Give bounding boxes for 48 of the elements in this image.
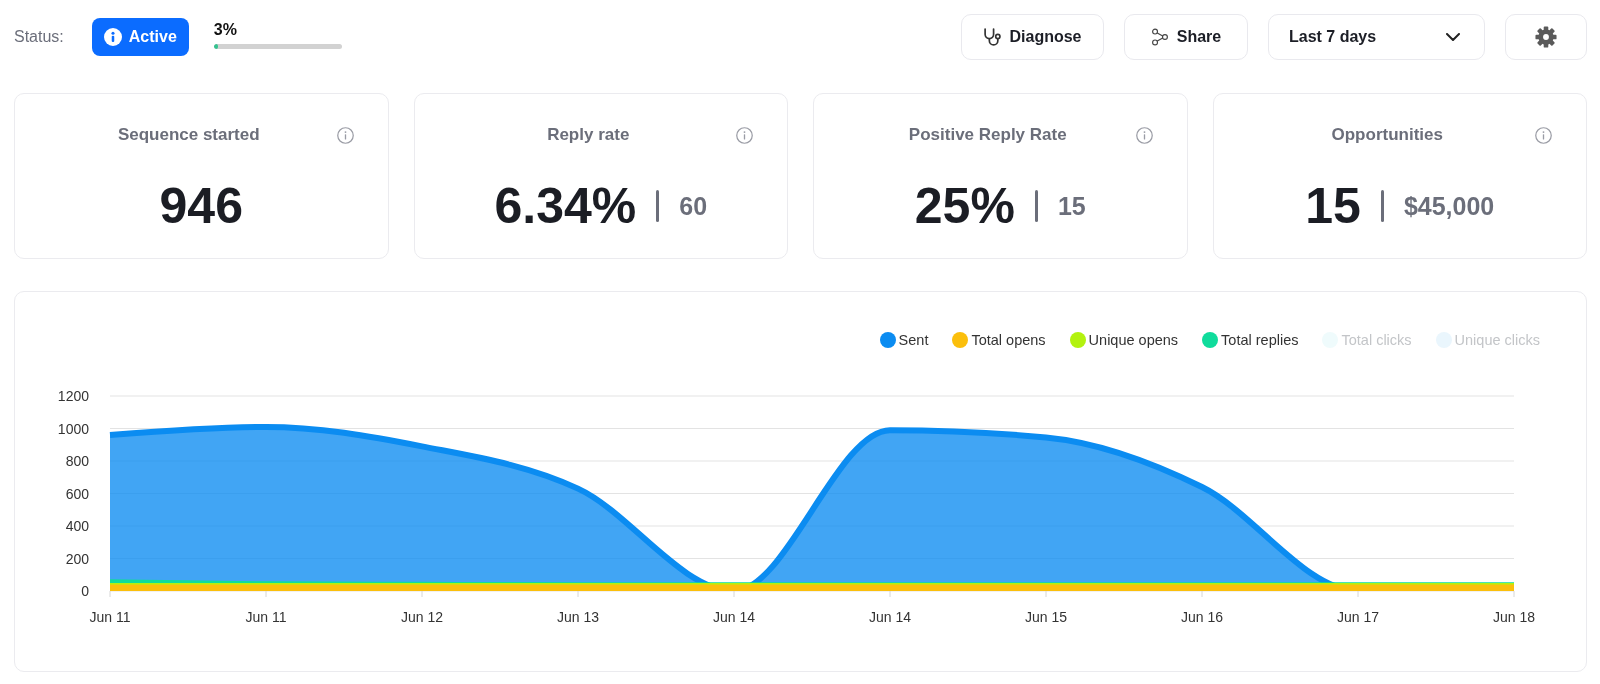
share-button[interactable]: Share [1124, 14, 1248, 60]
info-icon [336, 126, 354, 144]
legend-item[interactable]: Unique opens [1069, 332, 1179, 348]
x-axis-label: Jun 14 [713, 609, 755, 625]
settings-icon [1535, 26, 1557, 48]
metric-value: 6.34% [494, 177, 637, 235]
y-axis-label: 800 [65, 453, 89, 469]
metric-value: 15 [1305, 177, 1361, 235]
chevron-down-icon [1446, 33, 1460, 41]
x-axis-label: Jun 17 [1337, 609, 1379, 625]
metric-title: Reply rate [546, 125, 631, 145]
stethoscope-icon [983, 28, 1002, 46]
metric-title: Sequence started [116, 125, 261, 145]
x-axis-label: Jun 11 [245, 609, 287, 625]
info-icon [103, 28, 122, 46]
date-range-dropdown[interactable]: Last 7 days [1268, 14, 1485, 60]
x-axis-label: Jun 18 [1493, 609, 1535, 625]
metric-title: Positive Reply Rate [907, 125, 1068, 145]
legend-item[interactable]: Total replies [1202, 332, 1299, 348]
settings-button[interactable] [1505, 14, 1587, 60]
x-axis-label: Jun 13 [557, 609, 599, 625]
x-axis-label: Jun 12 [401, 609, 443, 625]
metric-secondary-value: 15 [1057, 191, 1086, 221]
x-axis-label: Jun 15 [1025, 609, 1067, 625]
legend-item[interactable]: Total opens [952, 332, 1046, 348]
info-icon [736, 126, 753, 144]
x-axis-label: Jun 11 [89, 609, 131, 625]
x-axis-label: Jun 14 [869, 609, 911, 625]
share-icon [1150, 28, 1169, 46]
y-axis-label: 0 [81, 583, 89, 599]
metric-title: Opportunities [1330, 125, 1444, 145]
diagnose-button[interactable]: Diagnose [961, 14, 1104, 60]
x-axis-label: Jun 16 [1181, 609, 1223, 625]
status-button[interactable]: Active [91, 18, 189, 56]
y-axis-label: 400 [65, 518, 89, 534]
y-axis-label: 600 [65, 485, 89, 502]
status-label: Status: [14, 28, 64, 46]
progress-reading: 3% [213, 21, 237, 39]
info-icon [1135, 126, 1153, 144]
metric-value: 25% [914, 177, 1015, 235]
y-axis-label: 1200 [57, 388, 89, 404]
metric-secondary-value: $45,000 [1403, 191, 1495, 221]
metric-value: 946 [159, 177, 243, 235]
info-icon [1535, 126, 1552, 144]
y-axis-label: 1000 [57, 420, 89, 437]
y-axis-label: 200 [65, 550, 89, 567]
metric-secondary-value: 60 [679, 191, 708, 221]
legend-item[interactable]: Sent [879, 332, 929, 348]
